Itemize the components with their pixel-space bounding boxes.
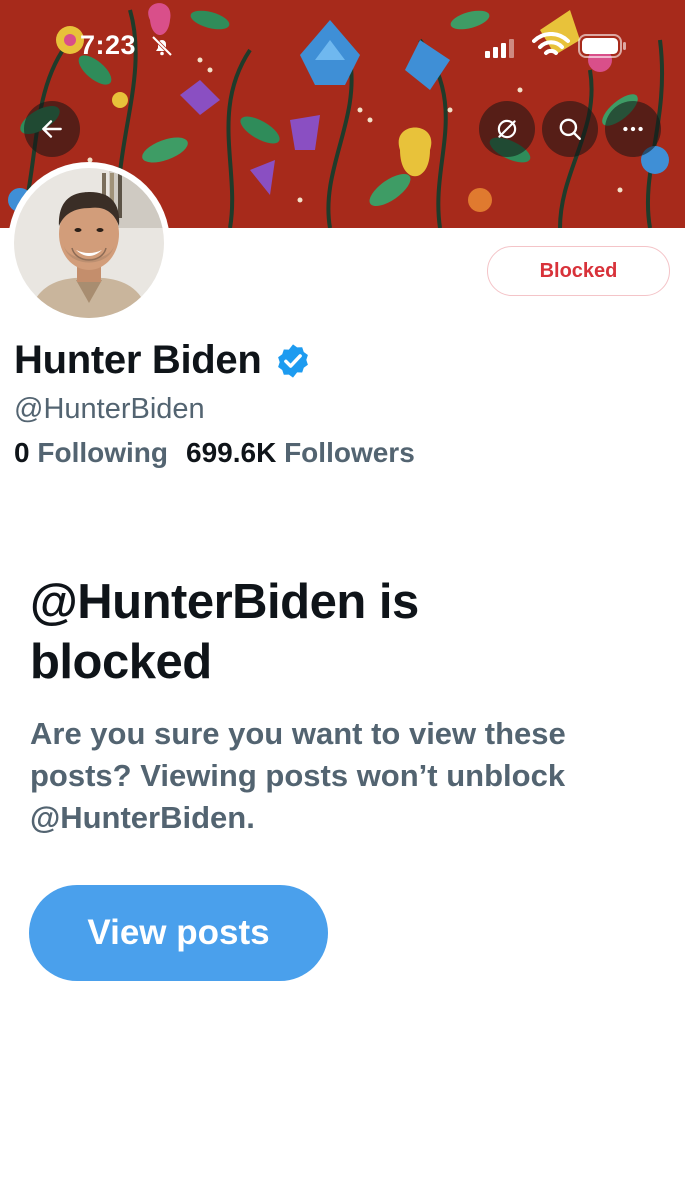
wifi-icon: [532, 32, 570, 55]
following-stat[interactable]: 0 Following: [14, 437, 168, 469]
avatar-photo: [14, 168, 164, 318]
hide-icon: [497, 119, 517, 139]
more-icon: [623, 126, 643, 132]
back-arrow-icon: [42, 120, 62, 138]
profile-name-row: Hunter Biden: [14, 338, 312, 383]
status-time: 7:23: [80, 30, 137, 60]
blocked-notice-description: Are you sure you want to view these post…: [30, 716, 566, 835]
hide-button[interactable]: [479, 101, 535, 157]
following-count: 0: [14, 437, 30, 468]
display-name: Hunter Biden: [14, 338, 262, 382]
profile-avatar[interactable]: [8, 162, 170, 324]
bell-muted-icon: [151, 35, 173, 57]
profile-handle: @HunterBiden: [14, 393, 205, 425]
followers-stat[interactable]: 699.6K Followers: [186, 437, 415, 469]
more-button[interactable]: [605, 101, 661, 157]
verified-badge-icon[interactable]: [274, 342, 312, 380]
view-posts-button[interactable]: View posts: [29, 885, 328, 981]
followers-label: Followers: [284, 437, 415, 468]
profile-stats: 0 Following 699.6K Followers: [14, 437, 415, 469]
search-icon: [559, 118, 581, 140]
blocked-notice-title: @HunterBiden is blocked: [30, 575, 419, 689]
blocked-button[interactable]: Blocked: [487, 246, 670, 296]
battery-icon: [578, 34, 626, 58]
followers-count: 699.6K: [186, 437, 277, 468]
back-button[interactable]: [24, 101, 80, 157]
search-button[interactable]: [542, 101, 598, 157]
signal-icon: [485, 39, 514, 58]
following-label: Following: [37, 437, 168, 468]
status-bar: 7:23: [0, 0, 685, 90]
